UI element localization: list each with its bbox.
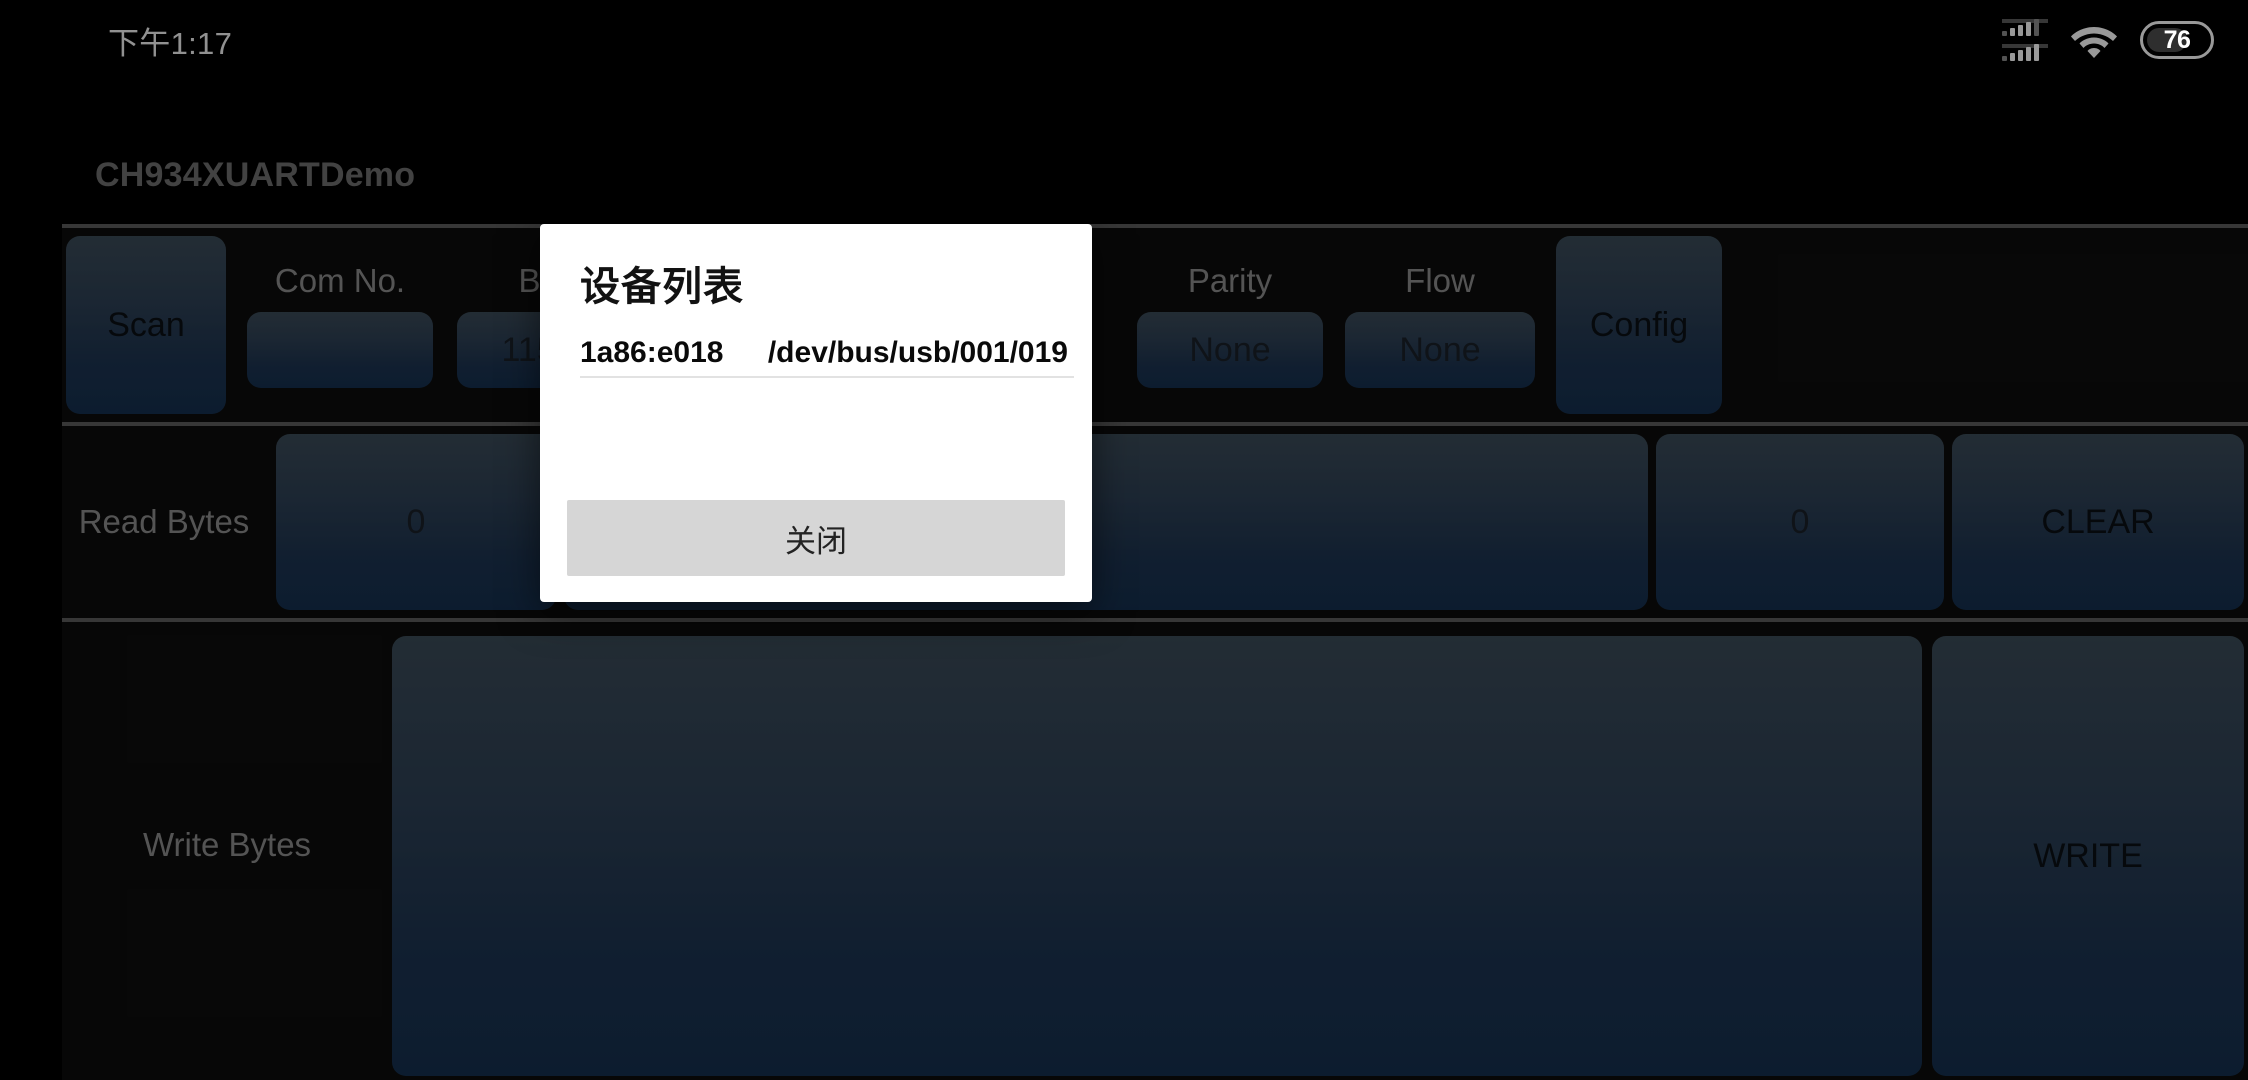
- battery-icon: 76: [2140, 21, 2214, 59]
- list-divider: [580, 376, 1074, 378]
- list-item[interactable]: 1a86:e018 /dev/bus/usb/001/019: [580, 322, 1068, 384]
- dialog-scrim[interactable]: [0, 0, 2248, 1080]
- close-button[interactable]: 关闭: [567, 500, 1065, 576]
- device-list: 1a86:e018 /dev/bus/usb/001/019: [580, 322, 1068, 384]
- device-list-dialog: 设备列表 1a86:e018 /dev/bus/usb/001/019 关闭: [540, 224, 1092, 602]
- dialog-title: 设备列表: [580, 265, 744, 309]
- screen: 下午1:17 76 CH934XUARTDemo Scan Com No. Pa…: [0, 0, 2248, 1080]
- device-vid-pid: 1a86:e018: [580, 336, 724, 369]
- battery-percent-label: 76: [2163, 25, 2191, 54]
- device-path: /dev/bus/usb/001/019: [767, 336, 1068, 369]
